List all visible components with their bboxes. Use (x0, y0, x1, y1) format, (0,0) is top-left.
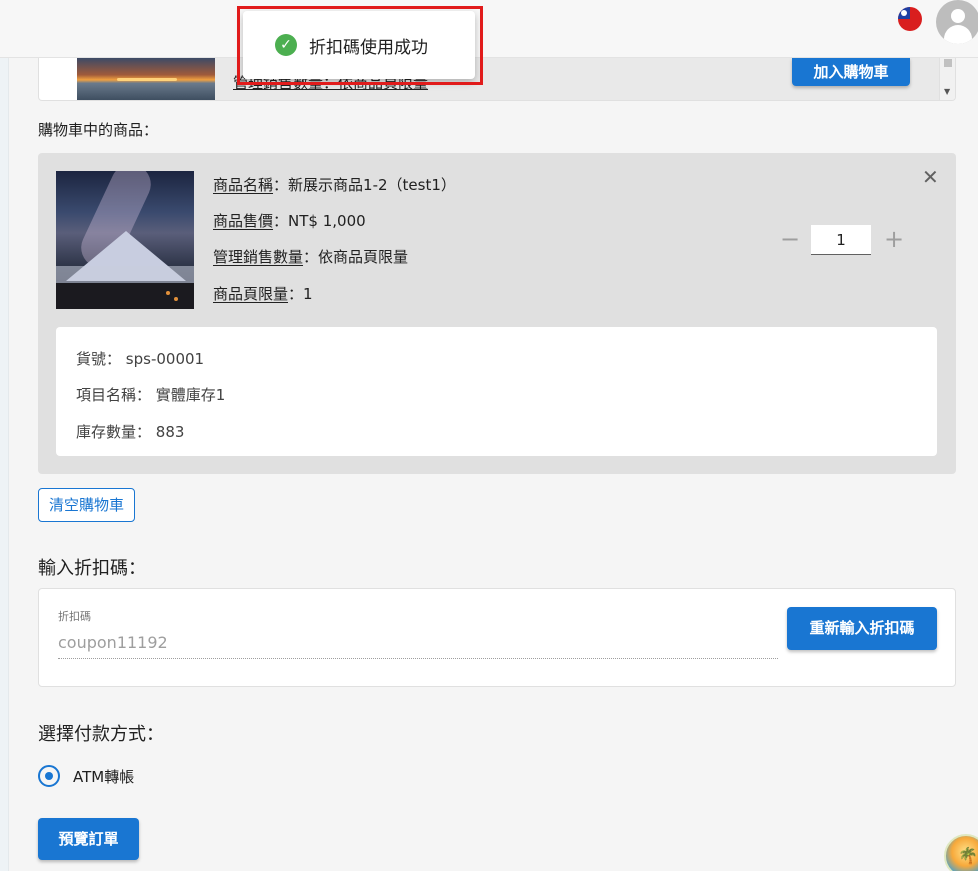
sku-label: 貨號： (76, 350, 122, 368)
previous-product-row: 管理銷售數量：依商品頁限量 加入購物車 (77, 58, 955, 100)
quantity-input[interactable] (811, 225, 871, 255)
sku-row: 貨號： sps-00001 (76, 348, 204, 369)
coupon-input[interactable] (58, 627, 778, 659)
product-name-key: 商品名稱 (213, 176, 274, 194)
palm-badge-icon[interactable]: 🌴 (944, 834, 978, 871)
product-name-row: 商品名稱：新展示商品1-2（test1） (213, 176, 456, 194)
atm-radio-label[interactable]: ATM轉帳 (73, 766, 134, 787)
preview-order-button[interactable]: 預覽訂單 (38, 818, 139, 860)
product-price-row: 商品售價：NT$ 1,000 (213, 212, 366, 230)
item-name-label: 項目名稱： (76, 386, 152, 404)
success-check-icon: ✓ (275, 34, 297, 56)
toast-message: 折扣碼使用成功 (309, 38, 428, 58)
product-price-value: NT$ 1,000 (288, 212, 366, 230)
sku-value: sps-00001 (125, 350, 205, 368)
top-app-bar (0, 0, 978, 58)
coupon-field-label: 折扣碼 (58, 610, 91, 623)
stock-qty-row: 庫存數量： 883 (76, 421, 184, 442)
taiwan-flag-icon[interactable] (898, 7, 922, 31)
scroll-down-icon[interactable]: ▼ (944, 88, 950, 96)
minus-icon[interactable]: − (780, 227, 800, 251)
cart-section-label: 購物車中的商品： (38, 121, 159, 139)
page-limit-value: 1 (303, 285, 313, 303)
user-avatar-icon[interactable] (936, 0, 978, 44)
atm-radio[interactable] (38, 765, 60, 787)
cart-item-card: 商品名稱：新展示商品1-2（test1） 商品售價：NT$ 1,000 管理銷售… (38, 153, 956, 474)
coupon-card: 折扣碼 重新輸入折扣碼 (38, 588, 956, 687)
page-limit-row: 商品頁限量：1 (213, 285, 313, 303)
previous-product-card: 管理銷售數量：依商品頁限量 加入購物車 ▼ (38, 58, 956, 101)
stock-qty-value: 883 (155, 423, 185, 441)
left-edge-strip (0, 58, 9, 871)
product-image-sunset (77, 58, 215, 100)
item-name-row: 項目名稱： 實體庫存1 (76, 384, 225, 405)
manage-quantity-value: 依商品頁限量 (318, 248, 409, 266)
reenter-coupon-button[interactable]: 重新輸入折扣碼 (787, 607, 937, 650)
payment-section-title: 選擇付款方式： (38, 724, 164, 745)
close-icon[interactable]: ✕ (922, 167, 939, 187)
plus-icon[interactable]: + (884, 227, 904, 251)
manage-quantity-key: 管理銷售數量 (213, 248, 304, 266)
add-to-cart-button[interactable]: 加入購物車 (792, 58, 910, 86)
coupon-section-title: 輸入折扣碼： (38, 558, 146, 579)
page-limit-key: 商品頁限量 (213, 285, 289, 303)
stock-qty-label: 庫存數量： (76, 423, 152, 441)
product-name-value: 新展示商品1-2（test1） (288, 176, 456, 194)
product-price-key: 商品售價 (213, 212, 274, 230)
manage-quantity-row: 管理銷售數量：依商品頁限量 (213, 248, 409, 266)
clear-cart-button[interactable]: 清空購物車 (38, 488, 135, 522)
item-name-value: 實體庫存1 (155, 386, 226, 404)
product-image-mountain (56, 171, 194, 309)
stock-info-card: 貨號： sps-00001 項目名稱： 實體庫存1 庫存數量： 883 (56, 327, 937, 456)
scrollbar[interactable]: ▼ (939, 58, 955, 100)
success-toast: ✓ 折扣碼使用成功 (243, 11, 475, 79)
